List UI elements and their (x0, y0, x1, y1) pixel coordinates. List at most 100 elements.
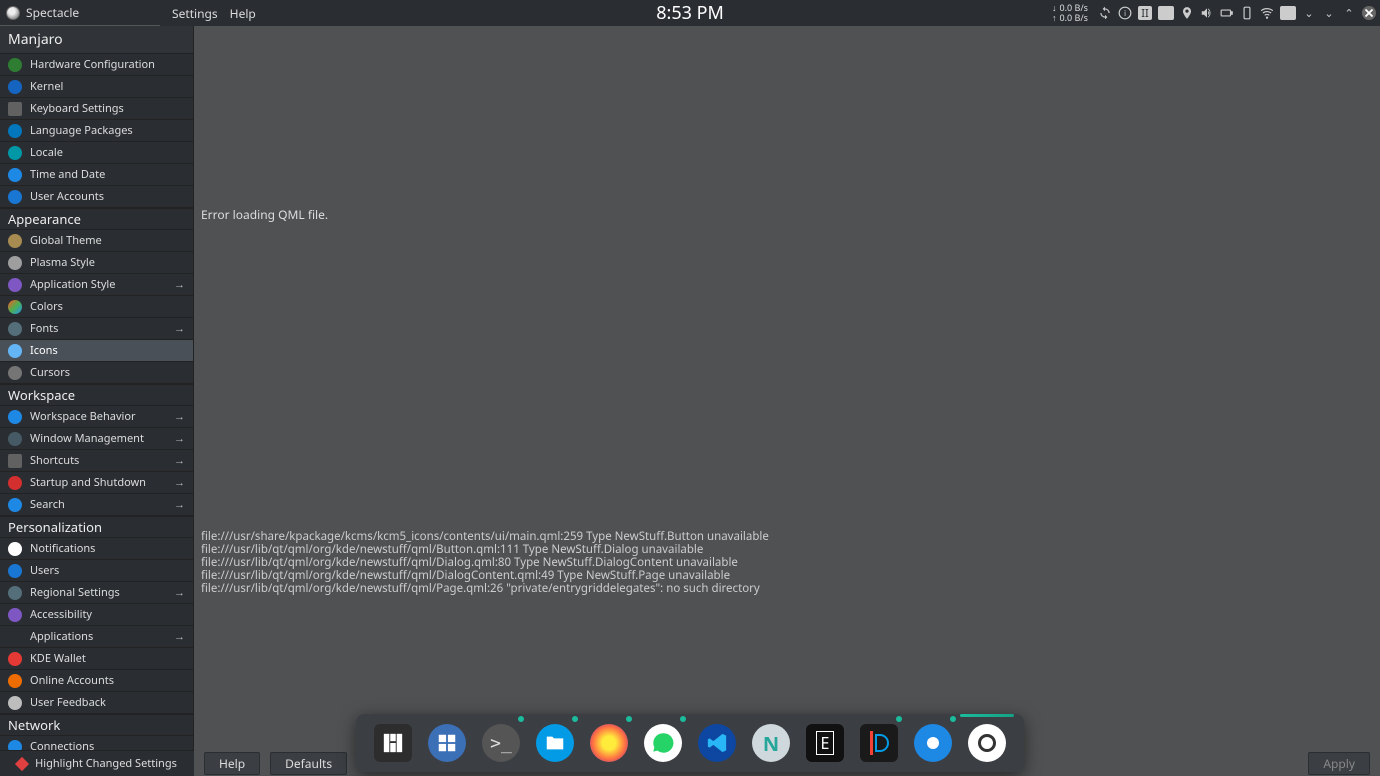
sidebar-item-search[interactable]: Search → (0, 494, 193, 516)
battery-icon[interactable] (1220, 6, 1234, 20)
dock-noteapp[interactable]: N (752, 724, 790, 762)
sidebar-item-notifications[interactable]: Notifications (0, 538, 193, 560)
sidebar-item-startup-shutdown[interactable]: Startup and Shutdown→ (0, 472, 193, 494)
window-management-icon (8, 432, 22, 446)
sidebar-item-label: Search (30, 497, 65, 512)
sidebar-item-users[interactable]: Users (0, 560, 193, 582)
users-icon (8, 564, 22, 578)
sidebar-item-label: Colors (30, 299, 63, 314)
chevron-right-icon: → (174, 409, 185, 424)
application-style-icon (8, 278, 22, 292)
global-theme-icon (8, 234, 22, 248)
dock-files[interactable] (536, 724, 574, 762)
dock-editor[interactable]: E (806, 724, 844, 762)
sidebar-item-label: Kernel (30, 79, 63, 94)
sidebar-item-accessibility[interactable]: Accessibility (0, 604, 193, 626)
info-icon[interactable]: i (1118, 6, 1132, 20)
error-short: Error loading QML file. (201, 206, 328, 223)
dock: >_ NE (356, 714, 1024, 772)
sidebar-item-locale[interactable]: Locale (0, 142, 193, 164)
dock-settings[interactable] (914, 724, 952, 762)
sidebar-item-label: User Feedback (30, 695, 106, 710)
sidebar-item-user-accounts[interactable]: User Accounts (0, 186, 193, 208)
app-title: Spectacle (0, 0, 160, 26)
wifi-icon[interactable] (1260, 6, 1274, 20)
notifications-icon (8, 542, 22, 556)
phone-icon[interactable] (1240, 6, 1254, 20)
sidebar-item-icons[interactable]: Icons (0, 340, 193, 362)
dock-discover[interactable] (428, 724, 466, 762)
chevron-right-icon: → (174, 431, 185, 446)
close-icon[interactable] (1362, 6, 1376, 20)
search-icon (8, 498, 22, 512)
sync-icon[interactable] (1098, 6, 1112, 20)
sidebar-item-time-date[interactable]: Time and Date (0, 164, 193, 186)
chevron-right-icon: → (174, 321, 185, 336)
sidebar-item-language-packages[interactable]: Language Packages (0, 120, 193, 142)
accessibility-icon (8, 608, 22, 622)
menu-settings[interactable]: Settings (172, 5, 218, 22)
defaults-button[interactable]: Defaults (270, 752, 347, 775)
sidebar-item-label: Applications (30, 629, 93, 644)
sidebar-item-fonts[interactable]: Fonts → (0, 318, 193, 340)
sidebar-item-hardware-config[interactable]: Hardware Configuration (0, 54, 193, 76)
sidebar-item-label: KDE Wallet (30, 651, 86, 666)
dock-spectacle[interactable] (968, 724, 1006, 762)
sidebar-item-kde-wallet[interactable]: KDE Wallet (0, 648, 193, 670)
sidebar-item-label: Fonts (30, 321, 58, 336)
panel-chevron-down-icon[interactable]: ⌄ (1322, 6, 1336, 20)
chevron-right-icon: → (174, 453, 185, 468)
chevron-right-icon: → (174, 497, 185, 512)
volume-icon[interactable] (1200, 6, 1214, 20)
dock-gimp[interactable] (860, 724, 898, 762)
netspeed-indicator[interactable]: ↓0.0 B/s ↑0.0 B/s (1052, 3, 1088, 23)
sidebar-item-kernel[interactable]: Kernel (0, 76, 193, 98)
sidebar-item-plasma-style[interactable]: Plasma Style (0, 252, 193, 274)
user-accounts-icon (8, 190, 22, 204)
intel-icon[interactable] (1158, 6, 1174, 20)
sidebar-item-label: Online Accounts (30, 673, 114, 688)
dock-vscode[interactable] (698, 724, 736, 762)
language-packages-icon (8, 124, 22, 138)
tray-chevron-down-icon[interactable]: ⌄ (1302, 6, 1316, 20)
section-header-appearance: Appearance (0, 208, 193, 230)
sidebar-item-global-theme[interactable]: Global Theme (0, 230, 193, 252)
sidebar-item-label: Notifications (30, 541, 95, 556)
sidebar-item-workspace-behavior[interactable]: Workspace Behavior → (0, 406, 193, 428)
fonts-icon (8, 322, 22, 336)
sidebar-item-shortcuts[interactable]: Shortcuts→ (0, 450, 193, 472)
sidebar-item-cursors[interactable]: Cursors (0, 362, 193, 384)
help-button[interactable]: Help (204, 752, 260, 775)
menu-help[interactable]: Help (230, 5, 256, 22)
sidebar-item-colors[interactable]: Colors (0, 296, 193, 318)
dock-whatsapp[interactable] (644, 724, 682, 762)
pause-icon[interactable]: II (1138, 6, 1152, 20)
sidebar-item-label: User Accounts (30, 189, 104, 204)
display-icon[interactable] (1280, 6, 1296, 20)
dock-firefox[interactable] (590, 724, 628, 762)
dock-manjaro[interactable] (374, 724, 412, 762)
sidebar-item-application-style[interactable]: Application Style→ (0, 274, 193, 296)
sidebar-item-label: Locale (30, 145, 63, 160)
dock-terminal[interactable]: >_ (482, 724, 520, 762)
error-detail: file:///usr/share/kpackage/kcms/kcm5_ico… (201, 530, 769, 595)
sidebar-item-regional-settings[interactable]: Regional Settings→ (0, 582, 193, 604)
sidebar-item-online-accounts[interactable]: Online Accounts (0, 670, 193, 692)
menubar: Settings Help (160, 5, 256, 22)
sidebar-item-keyboard-settings[interactable]: Keyboard Settings (0, 98, 193, 120)
sidebar-item-label: Workspace Behavior (30, 409, 136, 424)
sidebar-item-user-feedback[interactable]: User Feedback (0, 692, 193, 714)
shortcuts-icon (8, 454, 22, 468)
kernel-icon (8, 80, 22, 94)
highlight-changed-settings[interactable]: Highlight Changed Settings (0, 750, 194, 776)
sidebar-item-window-management[interactable]: Window Management→ (0, 428, 193, 450)
location-icon[interactable] (1180, 6, 1194, 20)
apply-button[interactable]: Apply (1308, 752, 1370, 775)
sidebar-item-applications[interactable]: Applications→ (0, 626, 193, 648)
sidebar-item-label: Language Packages (30, 123, 133, 138)
panel-chevron-up-icon[interactable]: ⌃ (1342, 6, 1356, 20)
startup-shutdown-icon (8, 476, 22, 490)
clock[interactable]: 8:53 PM (656, 1, 724, 25)
sidebar-item-label: Users (30, 563, 59, 578)
settings-sidebar: ManjaroHardware ConfigurationKernelKeybo… (0, 26, 194, 776)
